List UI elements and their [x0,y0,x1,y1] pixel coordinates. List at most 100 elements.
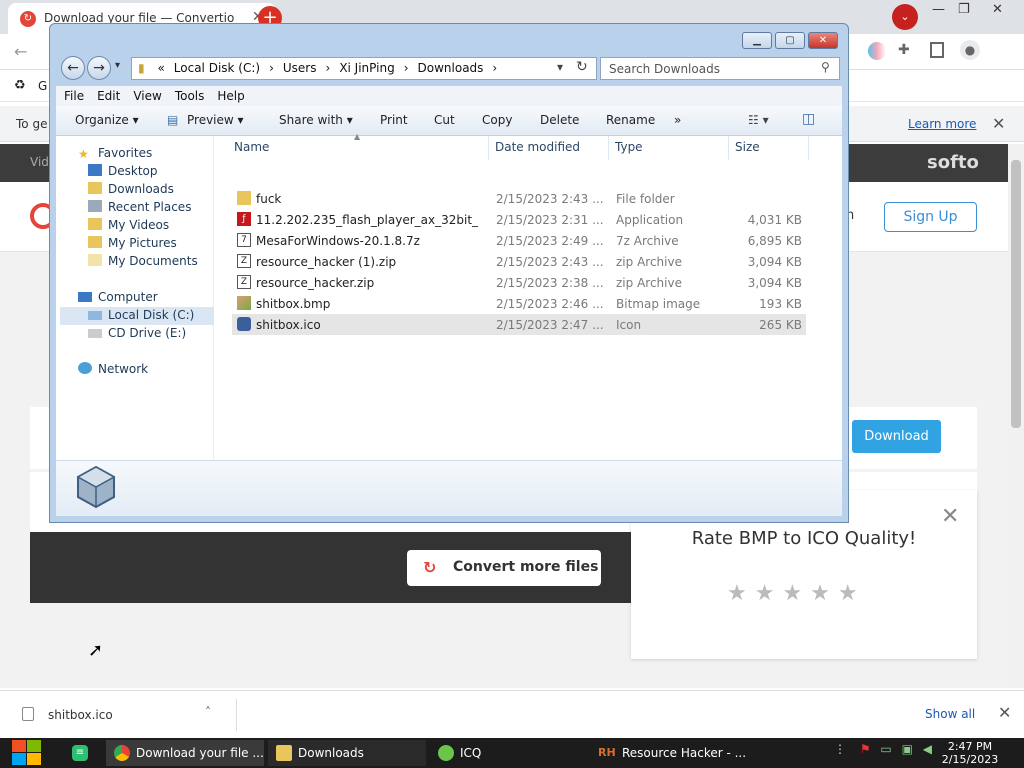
restore-button[interactable]: ❐ [958,2,970,17]
download-button[interactable]: Download [852,420,941,453]
info-bar-close-icon[interactable]: ✕ [992,114,1005,133]
taskbar-item-resource-hacker[interactable]: RH Resource Hacker - ... [592,740,750,766]
taskbar-item-browser[interactable]: Download your file ... [106,740,264,766]
nav-my-videos[interactable]: My Videos [88,218,169,232]
monitor-icon[interactable]: ▭ [880,742,891,756]
rating-stars[interactable]: ★★★★★ [727,581,887,606]
network-icon[interactable]: ▣ [902,742,913,756]
volume-icon[interactable]: ◀ [923,742,932,756]
convert-more-button[interactable]: ↻ Convert more files [407,550,601,586]
column-divider[interactable] [488,136,489,160]
file-row[interactable]: Z resource_hacker (1).zip 2/15/2023 2:43… [232,251,806,272]
taskbar-item-icq[interactable]: ICQ [430,740,588,766]
side-panel-icon[interactable] [930,42,944,58]
close-button[interactable]: ✕ [992,2,1003,17]
file-row[interactable]: fuck 2/15/2023 2:43 ... File folder [232,188,806,209]
shelf-close-icon[interactable]: ✕ [998,703,1011,722]
delete-button[interactable]: Delete [540,113,579,127]
breadcrumb-separator[interactable]: › [326,61,331,75]
start-button[interactable] [12,740,42,766]
breadcrumb-downloads[interactable]: Downloads [418,61,484,75]
refresh-icon[interactable]: ↻ [576,59,588,75]
nav-my-pictures[interactable]: My Pictures [88,236,177,250]
menu-file[interactable]: File [64,89,84,103]
taskbar-item-downloads[interactable]: Downloads [268,740,426,766]
menu-tools[interactable]: Tools [175,89,205,103]
softo-logo[interactable]: softo [927,152,979,173]
menu-edit[interactable]: Edit [97,89,120,103]
flag-icon[interactable]: ⚑ [860,742,871,756]
more-commands-button[interactable]: » [674,113,681,127]
address-dropdown-icon[interactable]: ▾ [557,60,563,74]
breadcrumb-overflow[interactable]: « [157,61,164,75]
file-row[interactable]: 7 MesaForWindows-20.1.8.7z 2/15/2023 2:4… [232,230,806,251]
change-view-icon[interactable]: ☷ ▾ [748,113,769,127]
column-header-type[interactable]: Type [615,140,643,154]
nav-favorites[interactable]: ★ Favorites [78,146,152,161]
profile-avatar-icon[interactable]: ● [960,40,980,60]
file-row-selected[interactable]: shitbox.ico 2/15/2023 2:47 ... Icon 265 … [232,314,806,335]
recent-pages-chevron-icon[interactable]: ▾ [115,60,120,71]
bookmark-icon[interactable]: ♻ [14,78,26,93]
menu-view[interactable]: View [133,89,161,103]
nav-my-documents[interactable]: My Documents [88,254,198,268]
nav-local-disk[interactable]: Local Disk (C:) [88,308,194,322]
back-arrow-icon[interactable]: ← [14,42,27,61]
minimize-button[interactable]: — [932,2,945,17]
sign-up-button[interactable]: Sign Up [884,202,977,232]
breadcrumb-user-folder[interactable]: Xi JinPing [339,61,394,75]
breadcrumb-separator[interactable]: › [492,61,497,75]
address-bar[interactable]: ▮ « Local Disk (C:) › Users › Xi JinPing › Down… [131,57,597,80]
quicklaunch-app-icon[interactable]: ≡ [72,745,88,761]
breadcrumb-local-disk[interactable]: Local Disk (C:) [174,61,260,75]
search-box[interactable]: Search Downloads ⚲ [600,57,840,80]
breadcrumb-separator[interactable]: › [269,61,274,75]
column-header-name[interactable]: Name [234,140,269,154]
nav-recent-places[interactable]: Recent Places [88,200,191,214]
cut-button[interactable]: Cut [434,113,455,127]
explorer-window[interactable]: ▁ ▢ ✕ ← → ▾ ▮ « Local Disk (C:) › Users › Xi … [49,23,849,523]
nav-cd-drive[interactable]: CD Drive (E:) [88,326,186,340]
show-all-link[interactable]: Show all [925,707,975,721]
explorer-minimize-button[interactable]: ▁ [742,32,772,49]
downloaded-file-name[interactable]: shitbox.ico [48,708,113,722]
column-header-size[interactable]: Size [735,140,760,154]
tab-search-icon[interactable]: ⌄ [892,4,918,30]
copy-button[interactable]: Copy [482,113,512,127]
overflow-menu-icon[interactable]: ⋮ [834,742,846,756]
back-button[interactable]: ← [61,56,85,80]
nav-downloads[interactable]: Downloads [88,182,174,196]
menu-help[interactable]: Help [217,89,244,103]
rename-button[interactable]: Rename [606,113,655,127]
chevron-up-icon[interactable]: ˄ [205,705,211,719]
file-row[interactable]: ƒ 11.2.202.235_flash_player_ax_32bit_1..… [232,209,806,230]
column-divider[interactable] [808,136,809,160]
share-with-button[interactable]: Share with ▾ [279,113,353,127]
nav-computer[interactable]: Computer [78,290,158,304]
column-divider[interactable] [728,136,729,160]
forward-button[interactable]: → [87,56,111,80]
file-row[interactable]: Z resource_hacker.zip 2/15/2023 2:38 ...… [232,272,806,293]
column-divider[interactable] [608,136,609,160]
bookmark-label[interactable]: G [38,79,47,93]
nav-desktop[interactable]: Desktop [88,164,158,178]
file-row[interactable]: shitbox.bmp 2/15/2023 2:46 ... Bitmap im… [232,293,806,314]
organize-button[interactable]: Organize ▾ [75,113,139,127]
scrollbar-thumb[interactable] [1011,160,1021,428]
print-button[interactable]: Print [380,113,408,127]
taskbar-clock[interactable]: 2:47 PM 2/15/2023 [940,740,1000,766]
rating-close-icon[interactable]: ✕ [941,504,959,529]
search-icon[interactable]: ⚲ [821,60,830,74]
explorer-close-button[interactable]: ✕ [808,32,838,49]
column-header-date[interactable]: Date modified [495,140,580,154]
extension-icon[interactable] [868,42,886,60]
file-icon[interactable] [22,707,34,721]
preview-button[interactable]: Preview ▾ [187,113,244,127]
breadcrumb-separator[interactable]: › [404,61,409,75]
breadcrumb-users[interactable]: Users [283,61,317,75]
preview-pane-icon[interactable]: ◫ [802,111,815,127]
learn-more-link[interactable]: Learn more [908,117,976,131]
explorer-maximize-button[interactable]: ▢ [775,32,805,49]
nav-network[interactable]: Network [78,362,148,376]
puzzle-icon[interactable]: ✚ [898,42,910,58]
